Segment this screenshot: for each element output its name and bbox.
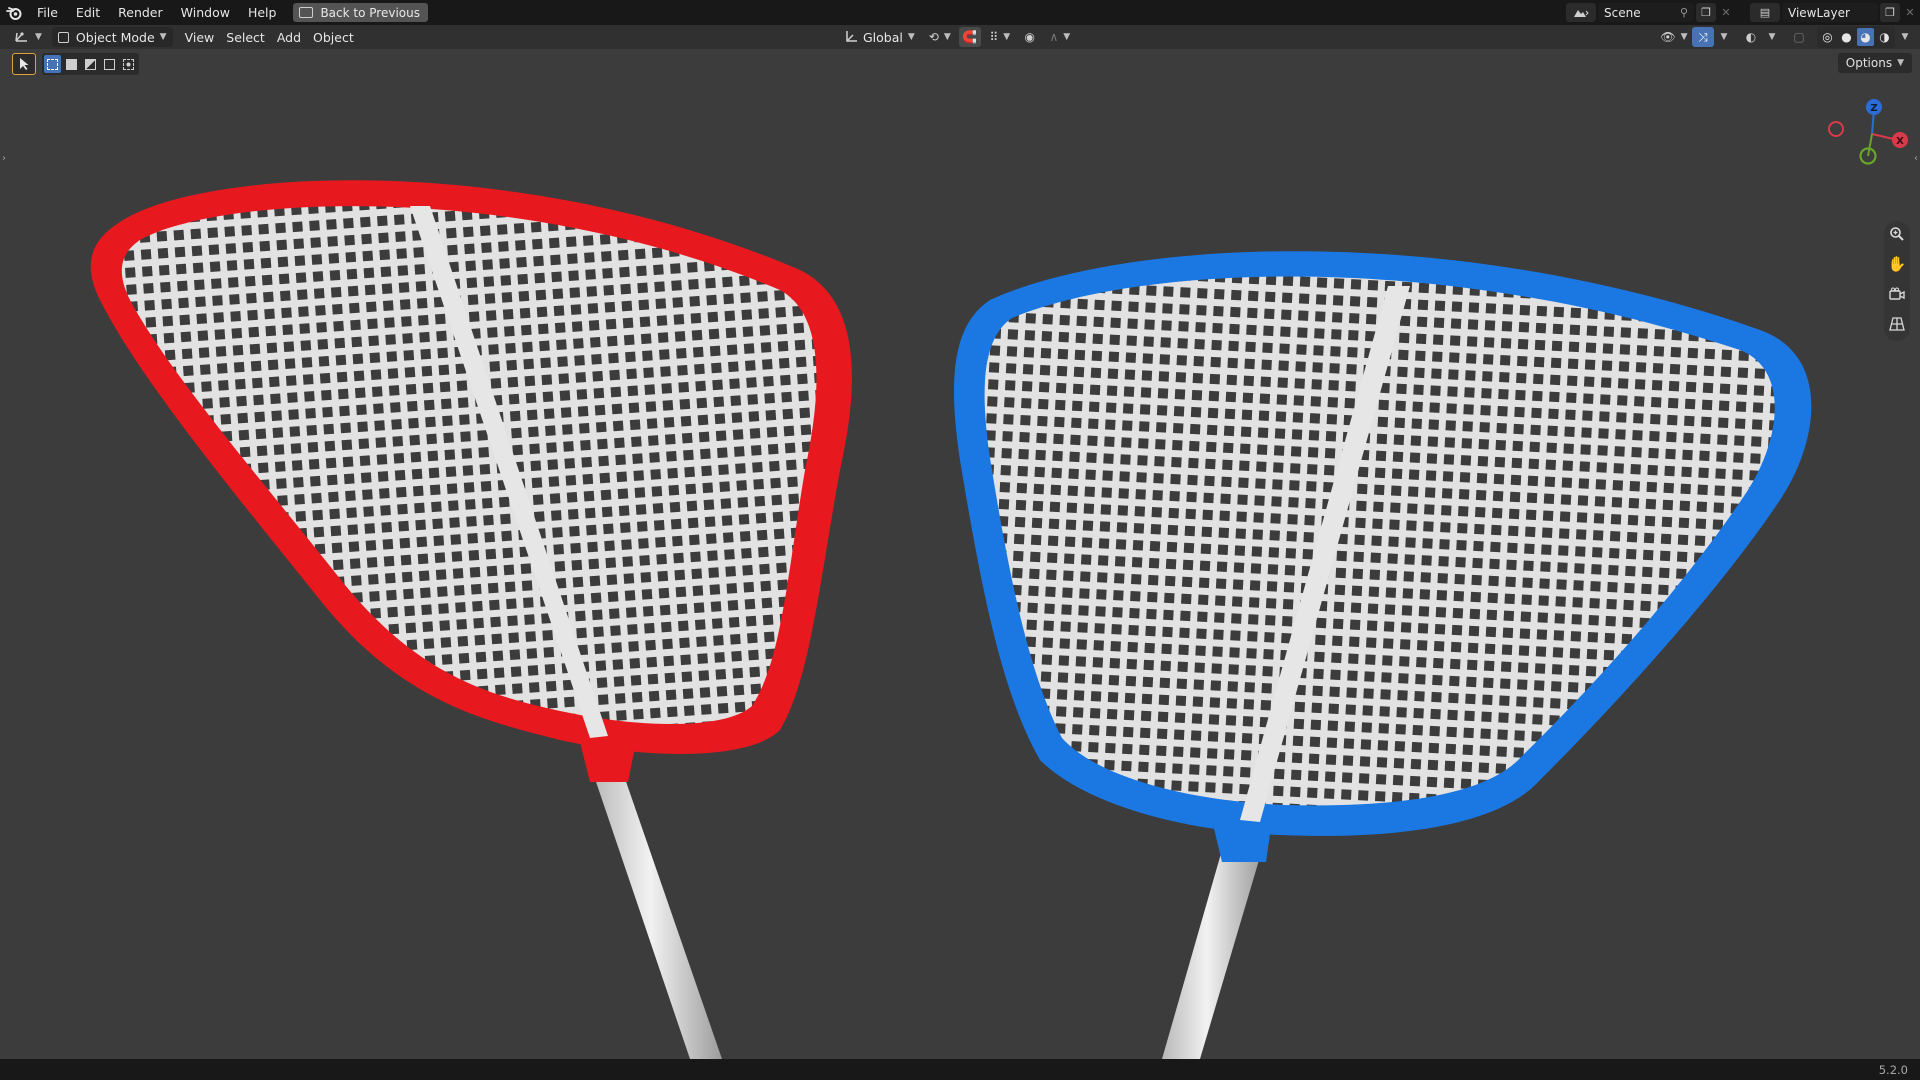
view-layer-browse-icon[interactable]: ▤	[1750, 3, 1780, 22]
blue-swatter-handle	[1162, 850, 1262, 1059]
pan-hand-icon[interactable]: ✋	[1884, 251, 1910, 277]
rendered-shading-icon[interactable]: ◑	[1876, 28, 1893, 46]
invert-selection-icon[interactable]	[101, 55, 118, 73]
falloff-icon[interactable]: ∧ ▼	[1045, 27, 1075, 47]
zoom-icon[interactable]	[1884, 221, 1910, 247]
set-new-selection-icon[interactable]	[44, 55, 61, 73]
chevron-down-icon: ▼	[159, 32, 167, 42]
transform-controls: Global ▼ ⟲ ▼ 🧲 ⠿ ▼ ◉ ∧ ▼	[838, 27, 1075, 47]
overlays-dropdown-icon[interactable]: ▼	[1765, 27, 1779, 47]
mode-label: Object Mode	[75, 29, 155, 45]
viewport-shading-controls: 👁 ▼ ⤨ ▼ ◐ ▼ ▢ ◎ ● ◕ ◑ ▼	[1659, 26, 1912, 48]
chevron-down-icon: ▼	[1897, 58, 1904, 68]
toolbar-expand-icon[interactable]: ›	[2, 153, 6, 164]
wireframe-shading-icon[interactable]: ◎	[1819, 28, 1836, 46]
chevron-down-icon: ▼	[35, 32, 42, 42]
object-mode-icon	[57, 31, 69, 43]
viewport-header: ▼ Object Mode ▼ View Select Add Object G…	[0, 25, 1920, 49]
proportional-editing-icon[interactable]: ◉	[1019, 27, 1041, 47]
menu-help[interactable]: Help	[239, 0, 286, 25]
snap-target-icon[interactable]: ⠿ ▼	[985, 27, 1015, 47]
viewport-scene[interactable]	[0, 49, 1920, 1059]
perspective-grid-icon[interactable]	[1884, 311, 1910, 337]
menu-window[interactable]: Window	[172, 0, 239, 25]
intersect-selection-icon[interactable]	[120, 55, 137, 73]
snap-toggle-icon[interactable]: 🧲	[958, 27, 981, 47]
pin-icon[interactable]: ⚲	[1680, 6, 1688, 19]
chevron-down-icon: ▼	[907, 32, 915, 42]
options-dropdown[interactable]: Options ▼	[1837, 53, 1912, 73]
view-layer-name: ViewLayer	[1788, 5, 1850, 20]
select-tool-icon[interactable]	[12, 53, 36, 75]
scene-browse-icon[interactable]	[1566, 3, 1596, 22]
menu-object[interactable]: Object	[307, 27, 360, 47]
navigation-gizmo[interactable]: Z X	[1820, 92, 1910, 172]
scene-name-field[interactable]: Scene ⚲	[1598, 3, 1694, 22]
options-label: Options	[1845, 56, 1893, 70]
delete-scene-icon[interactable]: ✕	[1716, 3, 1736, 22]
version-label: 5.2.0	[1878, 1063, 1908, 1077]
axis-x-label: X	[1896, 136, 1904, 147]
3d-viewport[interactable]: › ‹ Z X ✋	[0, 49, 1920, 1059]
red-swatter-handle	[592, 770, 722, 1059]
editor-type-selector[interactable]: ▼	[8, 27, 48, 47]
new-view-layer-icon[interactable]: ❐	[1880, 3, 1900, 22]
shading-dropdown-icon[interactable]: ▼	[1898, 27, 1912, 47]
camera-view-icon[interactable]	[1884, 281, 1910, 307]
view-layer-field[interactable]: ViewLayer	[1782, 3, 1878, 22]
menu-view[interactable]: View	[179, 27, 221, 47]
scene-name: Scene	[1604, 5, 1641, 20]
pivot-point-icon[interactable]: ⟲ ▼	[925, 27, 955, 47]
blue-fly-swatter[interactable]	[953, 251, 1812, 1059]
top-menu-bar: File Edit Render Window Help Back to Pre…	[0, 0, 1920, 25]
extend-selection-icon[interactable]	[63, 55, 80, 73]
red-fly-swatter[interactable]	[90, 180, 852, 1059]
screen-back-icon	[299, 7, 314, 18]
gizmo-dropdown-icon[interactable]: ▼	[1717, 27, 1731, 47]
menu-render[interactable]: Render	[109, 0, 172, 25]
delete-view-layer-icon[interactable]: ✕	[1900, 3, 1920, 22]
gizmo-toggle-icon[interactable]: ⤨	[1692, 27, 1714, 47]
tool-settings-row	[12, 52, 139, 76]
back-to-previous-label: Back to Previous	[320, 5, 420, 20]
xray-toggle-icon[interactable]: ▢	[1788, 27, 1810, 47]
transform-orientation-selector[interactable]: Global ▼	[838, 27, 921, 47]
selection-mode-group	[42, 53, 139, 75]
orientation-label: Global	[863, 29, 903, 45]
shading-mode-group: ◎ ● ◕ ◑	[1817, 26, 1895, 48]
3d-viewport-icon	[15, 32, 27, 42]
menu-edit[interactable]: Edit	[67, 0, 109, 25]
visibility-icon[interactable]: 👁 ▼	[1659, 27, 1689, 47]
material-preview-shading-icon[interactable]: ◕	[1857, 28, 1874, 46]
solid-shading-icon[interactable]: ●	[1838, 28, 1855, 46]
menu-select[interactable]: Select	[220, 27, 271, 47]
menu-add[interactable]: Add	[271, 27, 307, 47]
orientation-axes-icon	[846, 31, 857, 42]
status-bar: 5.2.0	[0, 1059, 1920, 1080]
back-to-previous-button[interactable]: Back to Previous	[293, 3, 428, 22]
axis-z-label: Z	[1870, 103, 1877, 114]
axis-neg-x-circle[interactable]	[1828, 121, 1844, 137]
workspace-selectors: Scene ⚲ ❐ ✕ ▤ ViewLayer ❐ ✕	[1566, 0, 1920, 25]
menu-file[interactable]: File	[28, 0, 67, 25]
new-scene-icon[interactable]: ❐	[1696, 3, 1716, 22]
subtract-selection-icon[interactable]	[82, 55, 99, 73]
blender-logo-icon[interactable]	[0, 0, 28, 25]
mode-selector[interactable]: Object Mode ▼	[51, 27, 173, 47]
sidebar-expand-icon[interactable]: ‹	[1914, 153, 1918, 164]
overlays-toggle-icon[interactable]: ◐	[1740, 27, 1762, 47]
